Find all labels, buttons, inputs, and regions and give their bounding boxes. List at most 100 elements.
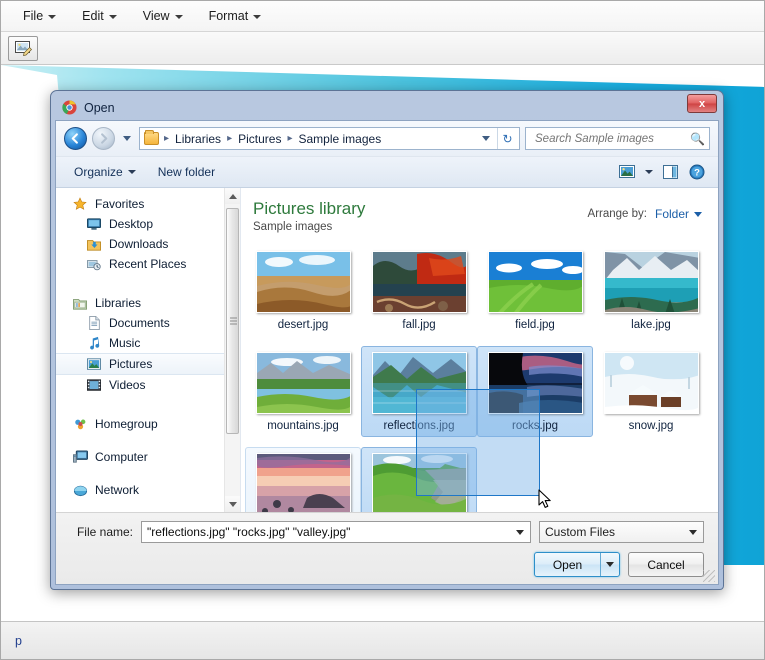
back-arrow-icon[interactable] xyxy=(64,127,87,150)
resize-grip-icon[interactable] xyxy=(703,570,715,582)
cancel-button[interactable]: Cancel xyxy=(628,552,704,577)
sidebar-item-label: Desktop xyxy=(109,217,153,231)
thumbnail-image xyxy=(488,352,583,414)
breadcrumb-separator: ▸ xyxy=(226,133,233,144)
cancel-button-label: Cancel xyxy=(647,558,684,572)
history-dropdown-icon[interactable] xyxy=(123,136,131,141)
thumbnail-image xyxy=(604,352,699,414)
forward-arrow-icon[interactable] xyxy=(92,127,115,150)
nav-header-libraries[interactable]: Libraries xyxy=(56,293,240,313)
organize-button[interactable]: Organize xyxy=(66,162,144,182)
search-box[interactable]: 🔍 xyxy=(525,127,710,150)
sidebar-item-pictures[interactable]: Pictures xyxy=(56,353,240,375)
refresh-icon[interactable]: ↻ xyxy=(497,128,517,149)
sidebar-item-recent-places[interactable]: Recent Places xyxy=(56,254,240,274)
menu-format[interactable]: Format xyxy=(201,6,272,27)
sidebar-item-downloads[interactable]: Downloads xyxy=(56,234,240,254)
list-item[interactable]: mountains.jpg xyxy=(245,346,361,437)
nav-header-libraries-label: Libraries xyxy=(95,296,141,310)
dialog-title-bar[interactable]: Open x xyxy=(55,95,719,120)
dialog-buttons-row: Open Cancel xyxy=(70,552,704,577)
document-canvas[interactable]: Open x xyxy=(1,65,764,621)
file-name-dropdown-button[interactable] xyxy=(511,522,528,542)
list-item[interactable]: field.jpg xyxy=(477,245,593,336)
recent-places-icon xyxy=(86,257,102,272)
arrange-by-value[interactable]: Folder xyxy=(655,207,702,221)
menu-view[interactable]: View xyxy=(135,6,193,27)
list-item[interactable]: sunrise.jpg xyxy=(245,447,361,512)
close-icon[interactable]: x xyxy=(687,94,717,113)
file-type-filter-select[interactable]: Custom Files xyxy=(539,521,704,543)
file-type-filter-dropdown-button[interactable] xyxy=(684,522,701,542)
list-item[interactable]: fall.jpg xyxy=(361,245,477,336)
sidebar-item-documents[interactable]: Documents xyxy=(56,313,240,333)
nav-spacer xyxy=(56,467,240,480)
sidebar-item-network[interactable]: Network xyxy=(56,480,240,500)
scrollbar-track[interactable] xyxy=(225,204,240,496)
chrome-icon xyxy=(62,100,77,115)
nav-spacer xyxy=(56,434,240,447)
image-edit-icon xyxy=(15,41,32,56)
search-input[interactable] xyxy=(533,132,690,146)
back-chevron-glyph xyxy=(70,133,81,144)
list-item[interactable]: valley.jpg xyxy=(361,447,477,512)
list-item[interactable]: desert.jpg xyxy=(245,245,361,336)
sidebar-item-label: Pictures xyxy=(109,357,152,371)
file-name-label: File name: xyxy=(70,525,133,539)
dialog-body: ▸ Libraries ▸ Pictures ▸ Sample images ↻… xyxy=(55,120,719,585)
menu-file[interactable]: File xyxy=(15,6,66,27)
view-mode-dropdown[interactable] xyxy=(642,168,656,176)
address-bar: ▸ Libraries ▸ Pictures ▸ Sample images ↻… xyxy=(56,121,718,157)
open-button-label: Open xyxy=(535,553,600,576)
scrollbar-thumb[interactable] xyxy=(226,208,239,434)
chevron-down-icon xyxy=(48,15,56,19)
breadcrumb-item-pictures[interactable]: Pictures xyxy=(235,131,284,147)
file-list-pane[interactable]: Pictures library Sample images Arrange b… xyxy=(241,188,718,512)
arrange-by-control[interactable]: Arrange by: Folder xyxy=(588,200,702,221)
breadcrumb-item-sample-images[interactable]: Sample images xyxy=(295,131,384,147)
list-item[interactable]: lake.jpg xyxy=(593,245,709,336)
list-item-label: fall.jpg xyxy=(402,319,435,331)
nav-header-favorites-label: Favorites xyxy=(95,197,144,211)
list-item[interactable]: rocks.jpg xyxy=(477,346,593,437)
view-mode-button[interactable] xyxy=(616,163,638,181)
preview-pane-button[interactable] xyxy=(660,163,682,182)
chevron-down-icon xyxy=(253,15,261,19)
sidebar-item-music[interactable]: Music xyxy=(56,333,240,353)
sidebar-item-homegroup[interactable]: Homegroup xyxy=(56,414,240,434)
sidebar-item-computer[interactable]: Computer xyxy=(56,447,240,467)
nav-spacer xyxy=(56,280,240,293)
open-button[interactable]: Open xyxy=(534,552,620,577)
navigation-pane[interactable]: Favorites Desktop xyxy=(56,188,241,512)
pictures-icon xyxy=(86,357,102,372)
help-button[interactable]: ? xyxy=(686,162,708,182)
open-file-dialog: Open x xyxy=(50,90,724,590)
sidebar-item-label: Computer xyxy=(95,450,148,464)
thumbnail-grid[interactable]: desert.jpg xyxy=(241,241,718,512)
libraries-icon xyxy=(72,296,88,311)
computer-icon xyxy=(72,450,88,465)
scroll-up-button[interactable] xyxy=(225,188,240,204)
navigation-scrollbar[interactable] xyxy=(224,188,240,512)
file-name-input[interactable]: "reflections.jpg" "rocks.jpg" "valley.jp… xyxy=(141,521,531,543)
nav-header-favorites[interactable]: Favorites xyxy=(56,194,240,214)
sidebar-item-videos[interactable]: Videos xyxy=(56,375,240,395)
insert-image-button[interactable] xyxy=(8,36,38,61)
menu-bar: File Edit View Format xyxy=(1,1,764,32)
menu-edit[interactable]: Edit xyxy=(74,6,127,27)
list-item-label: reflections.jpg xyxy=(384,420,455,432)
list-item[interactable]: reflections.jpg xyxy=(361,346,477,437)
preview-pane-icon xyxy=(663,165,679,180)
sidebar-item-desktop[interactable]: Desktop xyxy=(56,214,240,234)
new-folder-button[interactable]: New folder xyxy=(150,162,223,182)
menu-file-label: File xyxy=(23,9,43,23)
scroll-down-button[interactable] xyxy=(225,496,240,512)
breadcrumb-separator: ▸ xyxy=(163,133,170,144)
breadcrumb[interactable]: ▸ Libraries ▸ Pictures ▸ Sample images ↻ xyxy=(139,127,520,150)
chevron-down-icon xyxy=(175,15,183,19)
list-item[interactable]: snow.jpg xyxy=(593,346,709,437)
breadcrumb-item-libraries[interactable]: Libraries xyxy=(172,131,224,147)
chevron-down-icon[interactable] xyxy=(482,136,490,141)
documents-icon xyxy=(86,316,102,331)
open-dropdown-button[interactable] xyxy=(600,553,619,576)
